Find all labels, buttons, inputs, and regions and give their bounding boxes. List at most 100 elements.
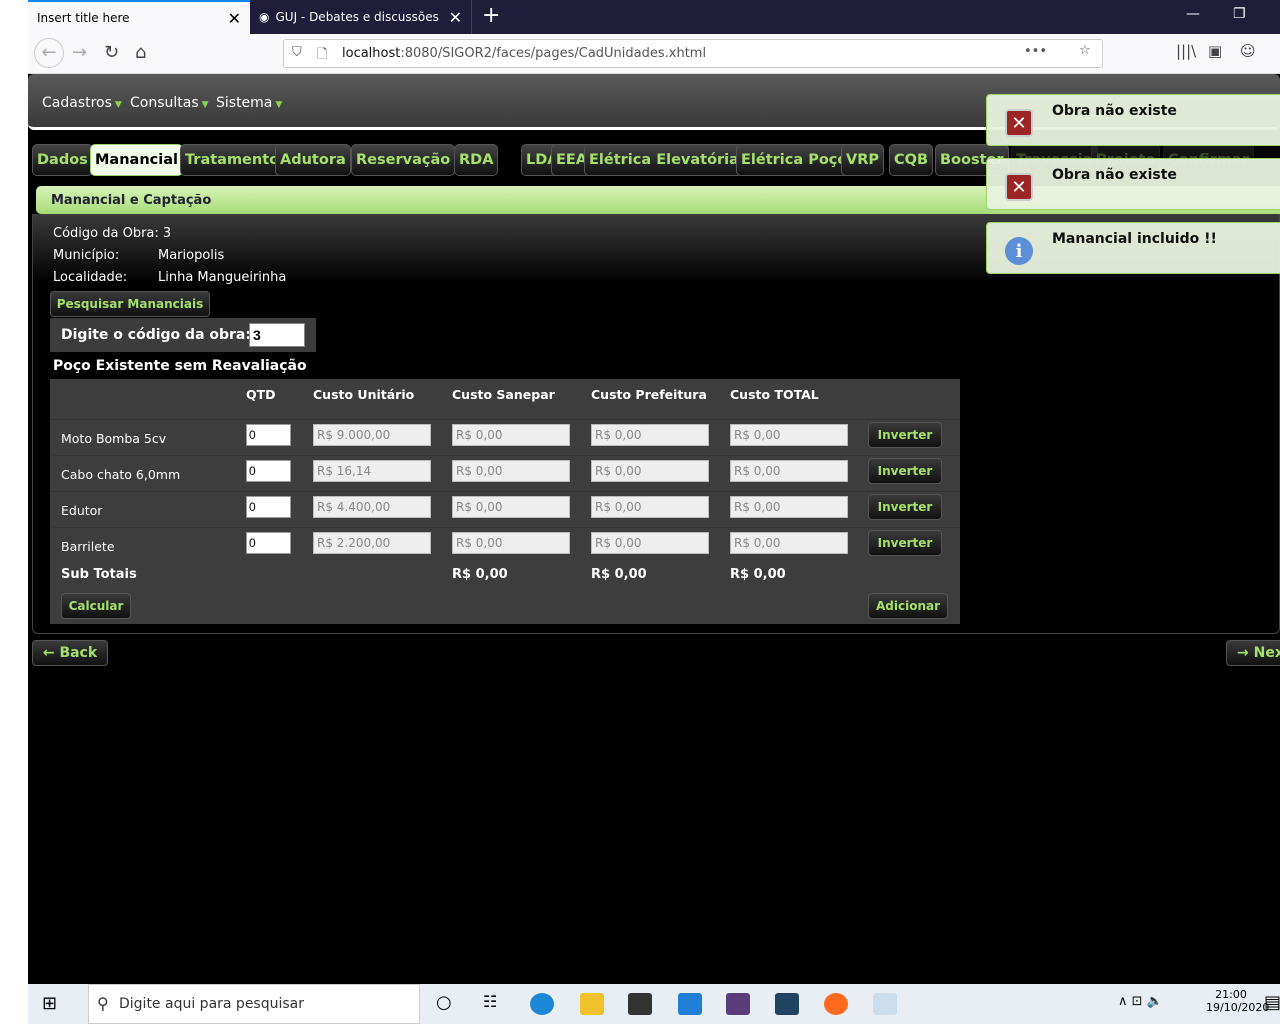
bookmark-star-icon[interactable]: ☆ <box>1079 43 1091 58</box>
pesquisar-mananciais-button[interactable]: Pesquisar Mananciais <box>50 291 210 317</box>
codigo-obra-label: Código da Obra: 3 <box>53 226 172 241</box>
menu-label: Sistema <box>216 95 273 111</box>
unit-cost-field: R$ 2.200,00 <box>313 532 431 554</box>
sanepar-cost-field: R$ 0,00 <box>452 496 570 518</box>
search-icon: ⚲ <box>97 994 109 1013</box>
taskbar-search[interactable]: ⚲ Digite aqui para pesquisar <box>88 984 420 1024</box>
tab-10[interactable]: VRP <box>841 144 885 176</box>
tab-0[interactable]: Dados <box>32 144 93 176</box>
notifications-icon[interactable]: ▤ <box>1264 992 1280 1013</box>
item-name: Barrilete <box>61 539 115 554</box>
close-icon[interactable]: ✕ <box>228 9 241 28</box>
mail-icon[interactable] <box>678 993 702 1015</box>
subtotal-label: Sub Totais <box>61 567 137 582</box>
unit-cost-field: R$ 16,14 <box>313 460 431 482</box>
tab-8[interactable]: Elétrica Elevatória <box>584 144 744 176</box>
back-arrow-icon[interactable]: ← <box>34 38 64 68</box>
library-icon[interactable]: |||\ <box>1176 42 1196 60</box>
inverter-button[interactable]: Inverter <box>868 494 942 520</box>
tray-icons[interactable]: ∧ ⊡ 🔈 <box>1118 994 1163 1009</box>
items-table: QTD Custo Unitário Custo Sanepar Custo P… <box>50 379 960 624</box>
menu-consultas[interactable]: Consultas ▼ <box>130 95 209 111</box>
mysql-workbench-icon[interactable] <box>775 993 799 1015</box>
inverter-button[interactable]: Inverter <box>868 530 942 556</box>
more-icon[interactable]: ••• <box>1024 44 1047 59</box>
file-explorer-icon[interactable] <box>580 993 604 1015</box>
cortana-icon[interactable]: ○ <box>436 992 452 1013</box>
unit-cost-field: R$ 4.400,00 <box>313 496 431 518</box>
subtotal-prefeitura: R$ 0,00 <box>591 567 647 582</box>
firefox-icon[interactable] <box>824 993 848 1015</box>
caret-down-icon: ▼ <box>201 100 209 110</box>
growl-notification[interactable]: ✕ Obra não existe <box>986 94 1280 146</box>
localidade-value: Linha Mangueirinha <box>158 270 287 285</box>
new-tab-button[interactable]: + <box>482 3 500 28</box>
tab-9[interactable]: Elétrica Poço <box>736 144 853 176</box>
tab-11[interactable]: CQB <box>889 144 934 176</box>
inverter-button[interactable]: Inverter <box>868 458 942 484</box>
browser-tab-bar: Insert title here ✕ ◉ GUJ - Debates e disc… <box>28 0 1280 34</box>
tab-5[interactable]: RDA <box>454 144 499 176</box>
subtotal-sanepar: R$ 0,00 <box>452 567 508 582</box>
col-header-prefeitura: Custo Prefeitura <box>591 387 707 402</box>
growl-notification[interactable]: ✕ Obra não existe <box>986 158 1280 210</box>
close-icon[interactable]: ✕ <box>449 8 462 27</box>
url-bar[interactable]: localhost:8080/SIGOR2/faces/pages/CadUni… <box>283 39 1103 68</box>
tab-3[interactable]: Adutora <box>275 144 351 176</box>
prefeitura-cost-field: R$ 0,00 <box>591 460 709 482</box>
menu-sistema[interactable]: Sistema ▼ <box>216 95 282 111</box>
growl-notification[interactable]: i Manancial incluido !! <box>986 222 1280 274</box>
codigo-obra-input[interactable] <box>249 323 305 347</box>
tab-title: Insert title here <box>37 11 130 25</box>
browser-tab[interactable]: ◉ GUJ - Debates e discussões sob ✕ <box>250 0 472 34</box>
qty-input[interactable] <box>246 424 291 446</box>
table-row: Edutor R$ 4.400,00 R$ 0,00 R$ 0,00 R$ 0,… <box>50 491 960 525</box>
minimize-button[interactable]: — <box>1186 6 1200 22</box>
prefeitura-cost-field: R$ 0,00 <box>591 424 709 446</box>
forward-arrow-icon[interactable]: → <box>72 42 87 63</box>
restore-button[interactable]: ❐ <box>1233 6 1246 22</box>
reload-icon[interactable]: ↻ <box>104 42 119 63</box>
col-header-sanepar: Custo Sanepar <box>452 387 555 402</box>
url-host: localhost <box>342 46 401 61</box>
total-cost-field: R$ 0,00 <box>730 424 848 446</box>
browser-tab-active[interactable]: Insert title here ✕ <box>28 0 250 34</box>
menu-cadastros[interactable]: Cadastros ▼ <box>42 95 122 111</box>
windows-start-icon[interactable]: ⊞ <box>42 993 57 1014</box>
search-placeholder: Digite aqui para pesquisar <box>119 996 305 1012</box>
clock-time: 21:00 <box>1215 988 1247 1001</box>
qty-input[interactable] <box>246 460 291 482</box>
menu-label: Cadastros <box>42 95 112 111</box>
total-cost-field: R$ 0,00 <box>730 496 848 518</box>
table-row: Moto Bomba 5cv R$ 9.000,00 R$ 0,00 R$ 0,… <box>50 419 960 453</box>
app-icon[interactable] <box>726 993 750 1015</box>
growl-message: Obra não existe <box>1052 103 1177 119</box>
calcular-button[interactable]: Calcular <box>61 593 131 619</box>
subtotal-total: R$ 0,00 <box>730 567 786 582</box>
total-cost-field: R$ 0,00 <box>730 460 848 482</box>
municipio-label: Município: <box>53 248 120 263</box>
back-button[interactable]: ← Back <box>32 640 108 666</box>
caret-down-icon: ▼ <box>114 100 122 110</box>
qty-input[interactable] <box>246 532 291 554</box>
table-row: Barrilete R$ 2.200,00 R$ 0,00 R$ 0,00 R$… <box>50 527 960 561</box>
tab-4[interactable]: Reservação <box>351 144 456 176</box>
inverter-button[interactable]: Inverter <box>868 422 942 448</box>
qty-input[interactable] <box>246 496 291 518</box>
adicionar-button[interactable]: Adicionar <box>868 593 948 619</box>
code-prompt: Digite o código da obra: <box>61 327 251 343</box>
tab-2[interactable]: Tratamento <box>180 144 285 176</box>
clock[interactable]: 21:00 19/10/2020 <box>1206 988 1269 1014</box>
paint-icon[interactable] <box>873 993 897 1015</box>
account-icon[interactable]: ☺ <box>1240 42 1256 60</box>
edge-icon[interactable] <box>530 993 554 1015</box>
next-button[interactable]: → Nex <box>1226 640 1280 666</box>
table-row: Cabo chato 6,0mm R$ 16,14 R$ 0,00 R$ 0,0… <box>50 455 960 489</box>
code-search-box: Digite o código da obra: <box>50 318 316 352</box>
tab-1[interactable]: Manancial <box>90 144 183 176</box>
arrow-left-icon: ← <box>42 645 60 661</box>
store-icon[interactable] <box>628 993 652 1015</box>
home-icon[interactable]: ⌂ <box>135 42 146 63</box>
task-view-icon[interactable]: ☷ <box>483 992 497 1011</box>
sidebar-icon[interactable]: ▣ <box>1208 42 1222 60</box>
